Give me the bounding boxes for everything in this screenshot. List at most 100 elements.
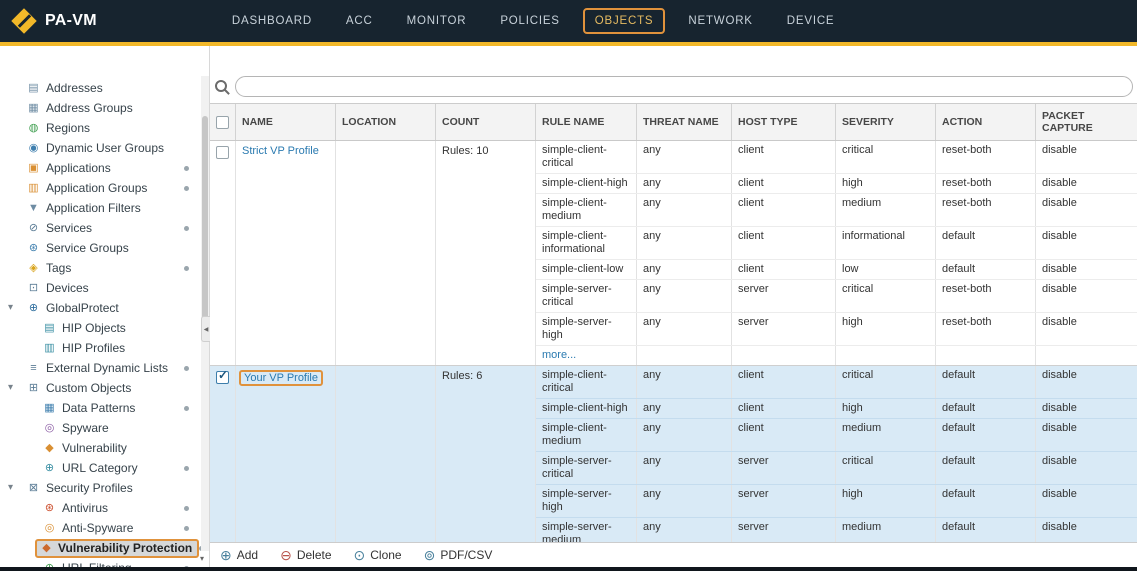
sidebar-tree: ▤Addresses▦Address Groups◍Regions◉Dynami… [0,46,209,567]
column-header-location[interactable]: LOCATION [336,104,436,140]
packet-capture-cell: disable [1036,280,1137,312]
column-header-severity[interactable]: SEVERITY [836,104,936,140]
sidebar-item-vulnerability[interactable]: ◆Vulnerability [0,438,209,458]
sidebar-scrollbar-thumb[interactable] [202,116,208,331]
nav-item-device[interactable]: DEVICE [770,7,852,35]
action-cell: reset-both [936,141,1036,173]
sidebar-item-application-filters[interactable]: ▼Application Filters [0,198,209,218]
scroll-down-icon[interactable]: ▾ [196,553,208,565]
nav-item-network[interactable]: NETWORK [671,7,769,35]
button-label: PDF/CSV [440,548,492,562]
sidebar-item-external-dynamic-lists[interactable]: ≡External Dynamic Lists [0,358,209,378]
column-header-threat_name[interactable]: THREAT NAME [637,104,732,140]
chevron-down-icon[interactable]: ▾ [8,478,13,498]
rule-name-cell: simple-client-critical [536,141,637,173]
sidebar-collapse-handle[interactable]: ◀ [201,316,210,342]
packet-capture-cell: disable [1036,485,1137,517]
column-header-rule_name[interactable]: RULE NAME [536,104,637,140]
more-link[interactable]: more... [542,349,576,361]
column-header-count[interactable]: COUNT [436,104,536,140]
sidebar-item-url-filtering[interactable]: ⊕URL Filtering [0,558,209,567]
predefined-dot-icon [184,526,189,531]
severity-cell: medium [836,194,936,226]
sidebar-item-regions[interactable]: ◍Regions [0,118,209,138]
sidebar-item-dynamic-user-groups[interactable]: ◉Dynamic User Groups [0,138,209,158]
sidebar-item-tags[interactable]: ◈Tags [0,258,209,278]
sidebar-item-spyware[interactable]: ◎Spyware [0,418,209,438]
button-label: Clone [370,548,401,562]
add-icon: ⊕ [220,548,232,562]
pan-logo-icon [12,9,36,33]
host-type-cell: client [732,399,836,418]
sidebar-item-address-groups[interactable]: ▦Address Groups [0,98,209,118]
action-cell: reset-both [936,174,1036,193]
sidebar-item-vulnerability-protection[interactable]: ◆Vulnerability Protection [0,538,209,558]
nav-item-dashboard[interactable]: DASHBOARD [215,7,329,35]
sidebar-item-anti-spyware[interactable]: ◎Anti-Spyware [0,518,209,538]
packet-capture-cell: disable [1036,174,1137,193]
sidebar-item-application-groups[interactable]: ▥Application Groups [0,178,209,198]
sidebar-item-security-profiles[interactable]: ▾⊠Security Profiles [0,478,209,498]
rule-row: simple-client-mediumanyclientmediumreset… [536,194,1137,227]
profile-location-cell [336,141,436,365]
action-cell: reset-both [936,280,1036,312]
brand-title: PA-VM [45,12,97,30]
rule-name-cell: simple-server-critical [536,280,637,312]
sidebar-item-hip-objects[interactable]: ▤HIP Objects [0,318,209,338]
nav-item-policies[interactable]: POLICIES [483,7,576,35]
chevron-down-icon[interactable]: ▾ [8,298,13,318]
profile-name-link[interactable]: Strict VP Profile [242,145,319,157]
predefined-dot-icon [184,266,189,271]
sidebar-item-antivirus[interactable]: ⊛Antivirus [0,498,209,518]
action-cell: default [936,227,1036,259]
sidebar-item-applications[interactable]: ▣Applications [0,158,209,178]
column-header-name[interactable]: NAME [236,104,336,140]
profile-name-cell: Strict VP Profile [236,141,336,365]
column-header-packet_capture[interactable]: PACKET CAPTURE [1036,104,1137,140]
select-all-cell [210,104,236,140]
sidebar-item-addresses[interactable]: ▤Addresses [0,78,209,98]
delete-button[interactable]: ⊖Delete [280,548,331,562]
search-input[interactable] [235,76,1133,97]
clone-icon: ⊙ [354,548,366,562]
column-header-host_type[interactable]: HOST TYPE [732,104,836,140]
top-nav-bar: PA-VM DASHBOARDACCMONITORPOLICIES OBJECTS… [0,0,1137,42]
sidebar-item-label: Application Filters [46,198,141,218]
chevron-down-icon[interactable]: ▾ [8,378,13,398]
threat-name-cell: any [637,141,732,173]
nav-item-acc[interactable]: ACC [329,7,390,35]
sidebar-item-hip-profiles[interactable]: ▥HIP Profiles [0,338,209,358]
select-all-checkbox[interactable] [216,116,229,129]
pdf-csv-button[interactable]: ⊚PDF/CSV [424,548,493,562]
sidebar-item-globalprotect[interactable]: ▾⊕GlobalProtect [0,298,209,318]
clone-button[interactable]: ⊙ Clone [354,548,402,562]
delete-icon: ⊖ [280,548,292,562]
sidebar-scrollbar-track[interactable] [201,76,209,551]
predefined-dot-icon [184,186,189,191]
rule-row: simple-server-highanyserverhighdefaultdi… [536,485,1137,518]
more-cell: more... [536,346,637,365]
profile-name-link[interactable]: Your VP Profile [244,372,318,384]
nav-item-monitor[interactable]: MONITOR [390,7,484,35]
sidebar-item-services[interactable]: ⊘Services [0,218,209,238]
services-icon: ⊘ [26,218,41,238]
rule-name-cell: simple-client-critical [536,366,637,398]
profile-group-your-vp-profile: Your VP ProfileRules: 6simple-client-cri… [210,366,1137,542]
sidebar-item-url-category[interactable]: ⊕URL Category [0,458,209,478]
sidebar-item-label: Services [46,218,92,238]
threat-name-cell: any [637,260,732,279]
row-checkbox[interactable] [216,371,229,384]
add-button[interactable]: ⊕Add [220,548,258,562]
host-type-cell: client [732,260,836,279]
rule-name-cell: simple-client-high [536,174,637,193]
sidebar-item-service-groups[interactable]: ⊛Service Groups [0,238,209,258]
nav-item-objects[interactable]: OBJECTS [583,8,666,34]
sidebar-item-custom-objects[interactable]: ▾⊞Custom Objects [0,378,209,398]
row-checkbox[interactable] [216,146,229,159]
search-row [210,74,1137,98]
sidebar-item-label: HIP Objects [62,318,126,338]
column-header-action[interactable]: ACTION [936,104,1036,140]
sidebar-item-devices[interactable]: ⊡Devices [0,278,209,298]
threat-name-cell: any [637,280,732,312]
sidebar-item-data-patterns[interactable]: ▦Data Patterns [0,398,209,418]
